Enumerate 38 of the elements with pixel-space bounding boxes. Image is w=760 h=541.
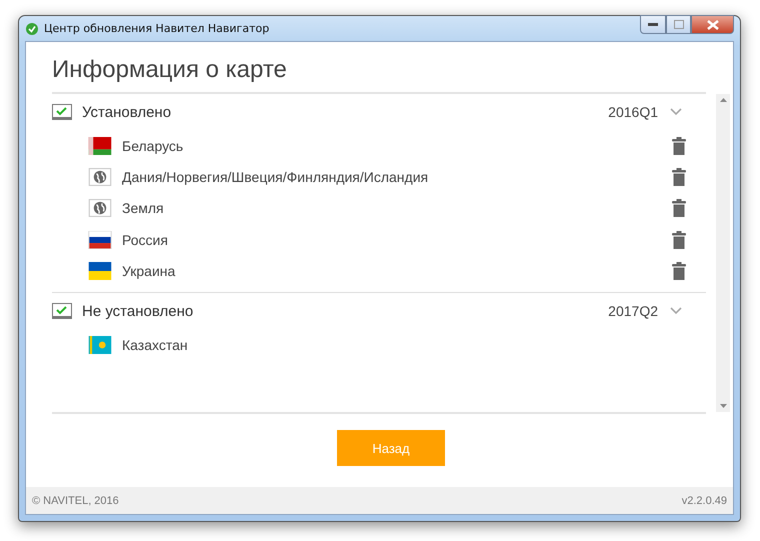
maximize-button[interactable] xyxy=(666,15,691,34)
trash-icon[interactable] xyxy=(672,230,686,249)
trash-icon[interactable] xyxy=(672,168,686,186)
map-name: Беларусь xyxy=(122,138,184,154)
version-label: 2017Q2 xyxy=(608,303,658,320)
flag-icon xyxy=(88,136,112,155)
maximize-icon xyxy=(674,20,684,29)
map-name: Земля xyxy=(122,200,165,216)
flag-icon xyxy=(88,230,112,249)
globe-icon xyxy=(88,168,112,186)
monitor-check-icon xyxy=(52,104,72,120)
window-title: Центр обновления Навител Навигатор xyxy=(44,22,270,35)
scroll-down-icon[interactable] xyxy=(720,404,726,408)
flag-icon xyxy=(88,336,112,354)
trash-icon[interactable] xyxy=(672,262,686,280)
trash-icon[interactable] xyxy=(672,136,686,155)
map-name: Украина xyxy=(122,262,176,279)
minimize-icon xyxy=(648,22,658,26)
copyright-text: © NAVITEL, 2016 xyxy=(32,494,119,506)
page-heading: Информация о карте xyxy=(52,56,288,85)
globe-icon xyxy=(88,199,112,218)
back-button[interactable]: Назад xyxy=(337,430,445,466)
version-label: 2016Q1 xyxy=(608,104,658,120)
flag-icon xyxy=(88,262,112,280)
section-title: Не установлено xyxy=(82,302,194,320)
section-title: Установлено xyxy=(82,104,172,120)
monitor-check-icon xyxy=(52,303,72,320)
map-name: Россия xyxy=(122,232,169,248)
close-button[interactable] xyxy=(691,15,734,34)
close-icon xyxy=(706,20,718,30)
minimize-button[interactable] xyxy=(640,15,666,34)
scroll-up-icon[interactable] xyxy=(720,98,726,102)
trash-icon[interactable] xyxy=(672,199,686,218)
map-name: Дания/Норвегия/Швеция/Финляндия/Исландия xyxy=(122,168,430,185)
version-text: v2.2.0.49 xyxy=(682,494,727,506)
shield-icon xyxy=(25,22,39,36)
scrollbar[interactable] xyxy=(716,94,730,412)
map-name: Казахстан xyxy=(122,337,189,354)
